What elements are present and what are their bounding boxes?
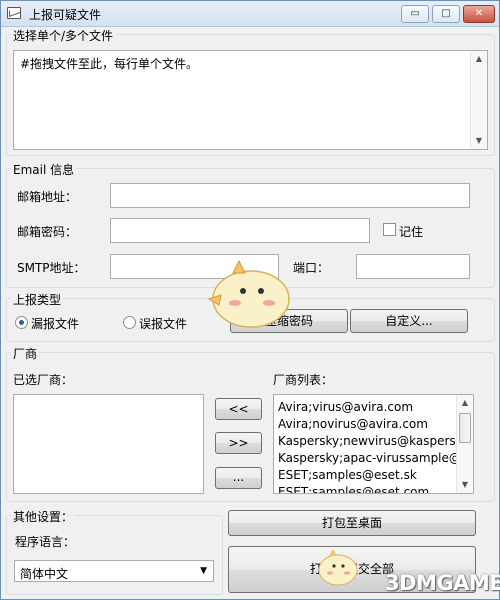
close-button[interactable]: ✕ (463, 5, 495, 23)
close-icon: ✕ (474, 8, 484, 19)
email-address-input[interactable] (110, 183, 470, 208)
language-label: 程序语言： (15, 535, 76, 549)
false-positive-label: 误报文件 (139, 317, 188, 331)
report-window: 上报可疑文件 ▭ □ ✕ 选择单个/多个文件 #拖拽文件至此，每行单个文件。 ▲… (0, 0, 500, 600)
scroll-up-icon[interactable]: ▲ (471, 51, 487, 67)
list-item[interactable]: Avira;virus@avira.com (278, 400, 413, 414)
other-settings-group (6, 515, 223, 595)
chick-mascot-icon (207, 259, 290, 328)
pack-to-desktop-label: 打包至桌面 (321, 516, 382, 530)
vendors-group-label: 厂商 (11, 345, 40, 362)
scroll-down-icon[interactable]: ▼ (471, 133, 487, 149)
missed-file-label: 漏报文件 (31, 317, 80, 331)
list-item[interactable]: Kaspersky;newvirus@kaspersk (278, 434, 463, 448)
vendor-list[interactable]: Avira;virus@avira.com Avira;novirus@avir… (273, 394, 474, 494)
email-address-label: 邮箱地址： (17, 190, 78, 204)
false-positive-radio[interactable] (123, 316, 136, 329)
remember-checkbox[interactable] (383, 223, 396, 236)
list-item[interactable]: Avira;novirus@avira.com (278, 417, 428, 431)
report-type-group-label: 上报类型 (11, 291, 64, 308)
file-drop-text: #拖拽文件至此，每行单个文件。 (20, 57, 199, 71)
smtp-label: SMTP地址： (17, 261, 86, 275)
watermark-text: 3DMGAME (385, 571, 500, 595)
missed-file-radio[interactable] (15, 316, 28, 329)
list-item[interactable]: ESET;samples@eset.sk (278, 468, 417, 482)
selected-vendors-label: 已选厂商： (13, 373, 74, 387)
minimize-icon: ▭ (410, 8, 420, 19)
remember-label: 记住 (399, 225, 424, 239)
add-vendor-button[interactable]: << (215, 398, 262, 420)
selected-vendors-list[interactable] (13, 394, 204, 494)
scroll-up-icon[interactable]: ▲ (457, 395, 473, 411)
list-item[interactable]: Kaspersky;apac-virussample@ (278, 451, 461, 465)
language-value: 简体中文 (20, 567, 69, 581)
port-input[interactable] (356, 254, 470, 279)
minimize-button[interactable]: ▭ (401, 5, 429, 23)
add-vendor-label: << (228, 402, 249, 416)
remove-vendor-label: >> (228, 436, 249, 450)
list-item[interactable]: ESET;samples@eset.com (278, 485, 429, 493)
more-vendor-label: ... (232, 470, 245, 484)
maximize-icon: □ (441, 8, 451, 19)
window-title: 上报可疑文件 (29, 8, 102, 22)
remove-vendor-button[interactable]: >> (215, 432, 262, 454)
file-drop-textarea[interactable]: #拖拽文件至此，每行单个文件。 ▲ ▼ (13, 50, 488, 150)
chevron-down-icon: ▼ (200, 566, 207, 576)
email-password-input[interactable] (110, 218, 370, 243)
files-group-label: 选择单个/多个文件 (11, 27, 116, 44)
more-vendor-button[interactable]: ... (215, 467, 262, 489)
maximize-button[interactable]: □ (432, 5, 460, 23)
custom-button[interactable]: 自定义... (350, 309, 468, 333)
vendor-list-label: 厂商列表： (273, 373, 334, 387)
other-settings-label: 其他设置： (11, 508, 76, 525)
pack-to-desktop-button[interactable]: 打包至桌面 (228, 510, 476, 536)
app-window-icon (7, 7, 21, 19)
language-select[interactable]: 简体中文 ▼ (14, 560, 214, 582)
email-password-label: 邮箱密码： (17, 225, 78, 239)
scroll-down-icon[interactable]: ▼ (457, 477, 473, 493)
file-drop-scrollbar[interactable]: ▲ ▼ (470, 51, 487, 149)
vendor-list-scrollbar[interactable]: ▲ ▼ (456, 395, 473, 493)
scroll-thumb[interactable] (459, 413, 471, 443)
chick-mascot-small-icon (318, 549, 358, 586)
custom-label: 自定义... (385, 314, 433, 328)
title-bar[interactable]: 上报可疑文件 ▭ □ ✕ (1, 1, 499, 27)
email-group-label: Email 信息 (11, 161, 77, 178)
